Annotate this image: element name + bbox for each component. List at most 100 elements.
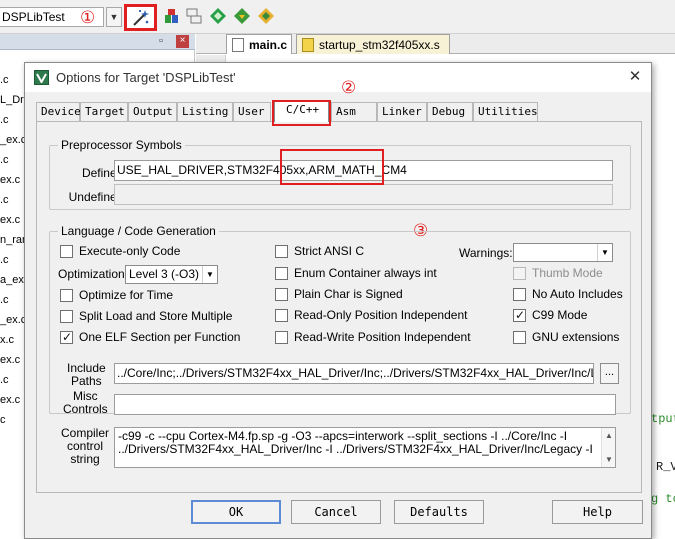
optimization-label: Optimization: [58,267,129,281]
include-paths-browse-button[interactable]: ... [600,363,619,384]
gnu-extensions-checkbox[interactable]: GNU extensions [513,330,619,346]
undefine-label: Undefine: [68,190,120,204]
tab-target[interactable]: Target [80,102,128,121]
checkbox-box[interactable] [513,308,526,322]
ro-position-independent-checkbox[interactable]: Read-Only Position Independent [275,308,467,324]
tab-debug[interactable]: Debug [427,102,473,121]
group-label: Language / Code Generation [58,224,219,238]
file-extensions-icon[interactable] [185,7,203,25]
optimization-select[interactable]: Level 3 (-O3) ▼ [125,265,218,284]
annotation-marker-2: ② [341,78,357,97]
editor-tab-main-c[interactable]: main.c [226,34,292,54]
checkbox-box[interactable] [60,310,73,323]
checkbox-box[interactable] [275,331,288,344]
editor-tab-startup[interactable]: startup_stm32f405xx.s [296,34,450,54]
code-fragment: tput [651,412,675,426]
pack-installer-icon[interactable] [233,7,251,25]
compiler-control-string[interactable]: -c99 -c --cpu Cortex-M4.fp.sp -g -O3 --a… [114,427,616,468]
options-tab-strip: Device Target Output Listing User C/C++ … [36,100,642,126]
thumb-mode-checkbox[interactable]: Thumb Mode [513,266,603,282]
cancel-button[interactable]: Cancel [291,500,381,524]
optimization-value: Level 3 (-O3) [129,267,200,281]
chevron-down-icon[interactable]: ▼ [597,244,612,261]
rw-position-independent-checkbox[interactable]: Read-Write Position Independent [275,330,471,346]
tab-listing[interactable]: Listing [177,102,233,121]
compiler-control-label-line: string [70,452,100,466]
undefine-field[interactable] [114,184,613,205]
strict-ansi-c-checkbox[interactable]: Strict ANSI C [275,244,364,260]
optimize-for-time-checkbox[interactable]: Optimize for Time [60,288,173,304]
include-paths-label: Include Paths [67,362,106,388]
split-load-store-checkbox[interactable]: Split Load and Store Multiple [60,309,232,325]
options-for-target-dialog: Options for Target 'DSPLibTest' ✕ ② Devi… [24,62,652,539]
checkbox-box[interactable] [513,288,526,301]
warnings-select[interactable]: ▼ [513,243,613,262]
checkbox-label: Optimize for Time [79,288,174,302]
misc-controls-field[interactable] [114,394,616,415]
checkbox-box[interactable] [275,309,288,322]
checkbox-label: One ELF Section per Function [79,330,241,344]
enum-container-checkbox[interactable]: Enum Container always int [275,266,437,282]
tab-linker[interactable]: Linker [377,102,427,121]
misc-controls-label-line: Controls [63,402,108,416]
plain-char-signed-checkbox[interactable]: Plain Char is Signed [275,287,403,303]
checkbox-label: Execute-only Code [79,244,181,258]
checkbox-label: C99 Mode [532,308,588,322]
checkbox-label: No Auto Includes [532,287,623,301]
checkbox-label: Split Load and Store Multiple [79,309,233,323]
chevron-down-icon[interactable]: ▼ [106,7,122,27]
editor-tab-bar: main.c startup_stm32f405xx.s [196,34,675,54]
checkbox-box[interactable] [513,267,526,280]
checkbox-label: Read-Write Position Independent [294,330,471,344]
execute-only-checkbox[interactable]: Execute-only Code [60,244,180,260]
misc-controls-label: Misc Controls [63,390,108,416]
checkbox-box[interactable] [275,245,288,258]
define-label: Define: [81,166,120,180]
ok-button[interactable]: OK [191,500,281,524]
checkbox-label: Strict ANSI C [294,244,365,258]
tab-output[interactable]: Output [128,102,177,121]
defaults-button[interactable]: Defaults [394,500,484,524]
manage-components-icon[interactable] [163,7,181,25]
tab-device[interactable]: Device [36,102,81,121]
checkbox-box[interactable] [275,267,288,280]
ide-toolbar: DSPLibTest ▼ ① [0,0,675,34]
misc-controls-label-line: Misc [73,389,98,403]
code-fragment: R_VC [656,460,675,474]
vertical-scrollbar[interactable]: ▲ ▼ [601,428,615,467]
tab-asm[interactable]: Asm [331,102,377,121]
c99-mode-checkbox[interactable]: C99 Mode [513,308,587,324]
select-packs-icon[interactable] [209,7,227,25]
checkbox-box[interactable] [275,288,288,301]
chevron-down-icon[interactable]: ▼ [202,266,217,283]
dialog-title: Options for Target 'DSPLibTest' [56,70,236,85]
software-packs-icon[interactable] [257,7,275,25]
chevron-down-icon[interactable]: ▼ [605,453,613,466]
document-icon [232,38,244,52]
checkbox-box[interactable] [513,331,526,344]
close-icon[interactable]: ✕ [625,67,645,87]
pin-icon[interactable]: ▫ [159,35,163,47]
tab-utilities[interactable]: Utilities [473,102,538,121]
close-icon[interactable]: × [176,35,189,48]
checkbox-box[interactable] [60,289,73,302]
define-value-highlight [280,149,384,185]
checkbox-box[interactable] [60,330,73,344]
checkbox-label: Read-Only Position Independent [294,308,468,322]
dialog-titlebar[interactable]: Options for Target 'DSPLibTest' ✕ [25,63,651,92]
help-button[interactable]: Help [552,500,643,524]
checkbox-box[interactable] [60,245,73,258]
include-paths-label-line: Include [67,361,106,375]
compiler-control-label: Compiler control string [61,427,109,466]
one-elf-section-checkbox[interactable]: One ELF Section per Function [60,330,240,346]
chevron-up-icon[interactable]: ▲ [605,429,613,442]
include-paths-field[interactable]: ../Core/Inc;../Drivers/STM32F4xx_HAL_Dri… [114,363,594,384]
tab-user[interactable]: User [233,102,271,121]
no-auto-includes-checkbox[interactable]: No Auto Includes [513,287,623,303]
options-for-target-button[interactable] [124,4,157,31]
magic-wand-icon [133,9,149,26]
keil-app-icon [34,70,49,85]
annotation-marker-1: ① [80,8,96,27]
c-cpp-tab-page: Preprocessor Symbols Define: USE_HAL_DRI… [36,121,642,493]
code-fragment: g to [651,492,675,506]
